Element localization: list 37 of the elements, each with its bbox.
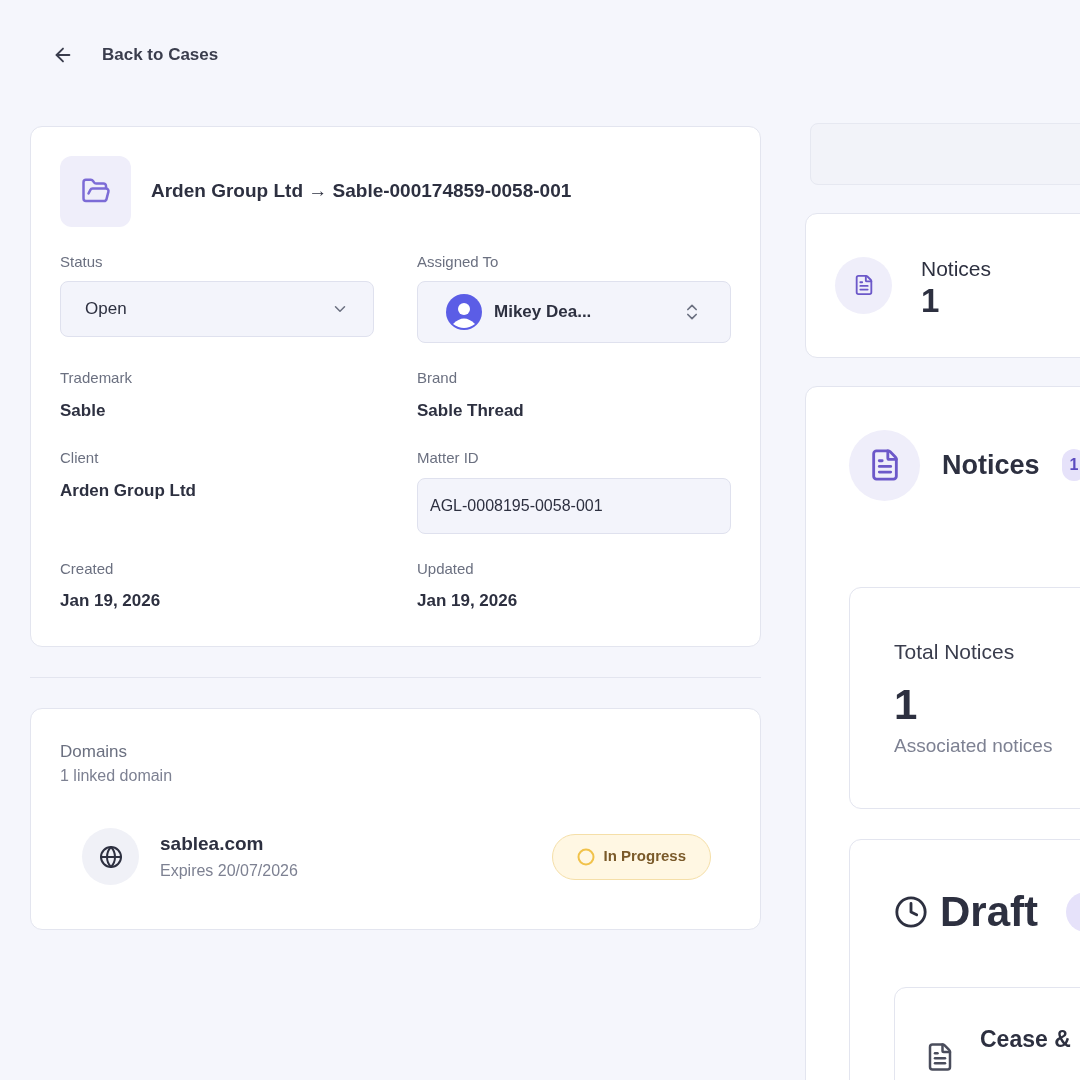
domain-name: sablea.com [160, 832, 265, 857]
status-badge: In Progress [552, 833, 711, 880]
total-caption: Associated notices [894, 733, 1054, 758]
field-label: Trademark [60, 368, 133, 388]
assignee-select[interactable]: Mikey Dea... [417, 281, 731, 343]
group-title: Draft [940, 887, 1038, 937]
field-value: Sable Thread [417, 399, 525, 422]
field-value: Sable [60, 399, 107, 422]
field-label: Created [60, 558, 115, 579]
count-badge: 1 [1061, 449, 1080, 481]
field-value: Arden Group Ltd [60, 479, 197, 502]
total-value: 1 [894, 680, 919, 730]
folder-icon [60, 155, 131, 227]
clock-icon [894, 894, 928, 929]
domains-title: Domains [60, 740, 129, 763]
field-label: Status [60, 251, 104, 272]
total-label: Total Notices [894, 638, 1016, 665]
field-label: Assigned To [417, 251, 500, 272]
field-label: Client [60, 448, 100, 468]
case-title: Arden Group Ltd → Sable-000174859-0058-001 [151, 178, 572, 203]
field-label: Updated [417, 558, 475, 579]
user-avatar-icon [446, 294, 482, 330]
matter-id-field[interactable]: AGL-0008195-0058-001 [417, 477, 731, 534]
status-select[interactable]: Open [60, 281, 374, 337]
field-value: Jan 19, 2026 [60, 590, 162, 612]
stat-value: 1 [921, 284, 941, 318]
circle-icon [577, 847, 596, 866]
panel-title: Notices [942, 448, 1040, 482]
domain-expiry: Expires 20/07/2026 [160, 860, 299, 881]
field-value: Jan 19, 2026 [417, 590, 519, 612]
notice-title: Cease & [980, 1025, 1071, 1054]
back-link[interactable]: Back to Cases [52, 42, 219, 68]
stat-label: Notices [921, 255, 992, 282]
field-label: Brand [417, 368, 459, 388]
domains-subtitle: 1 linked domain [60, 766, 174, 786]
field-label: Matter ID [417, 448, 480, 468]
notice-item-card[interactable]: Cease & [894, 987, 1080, 1080]
